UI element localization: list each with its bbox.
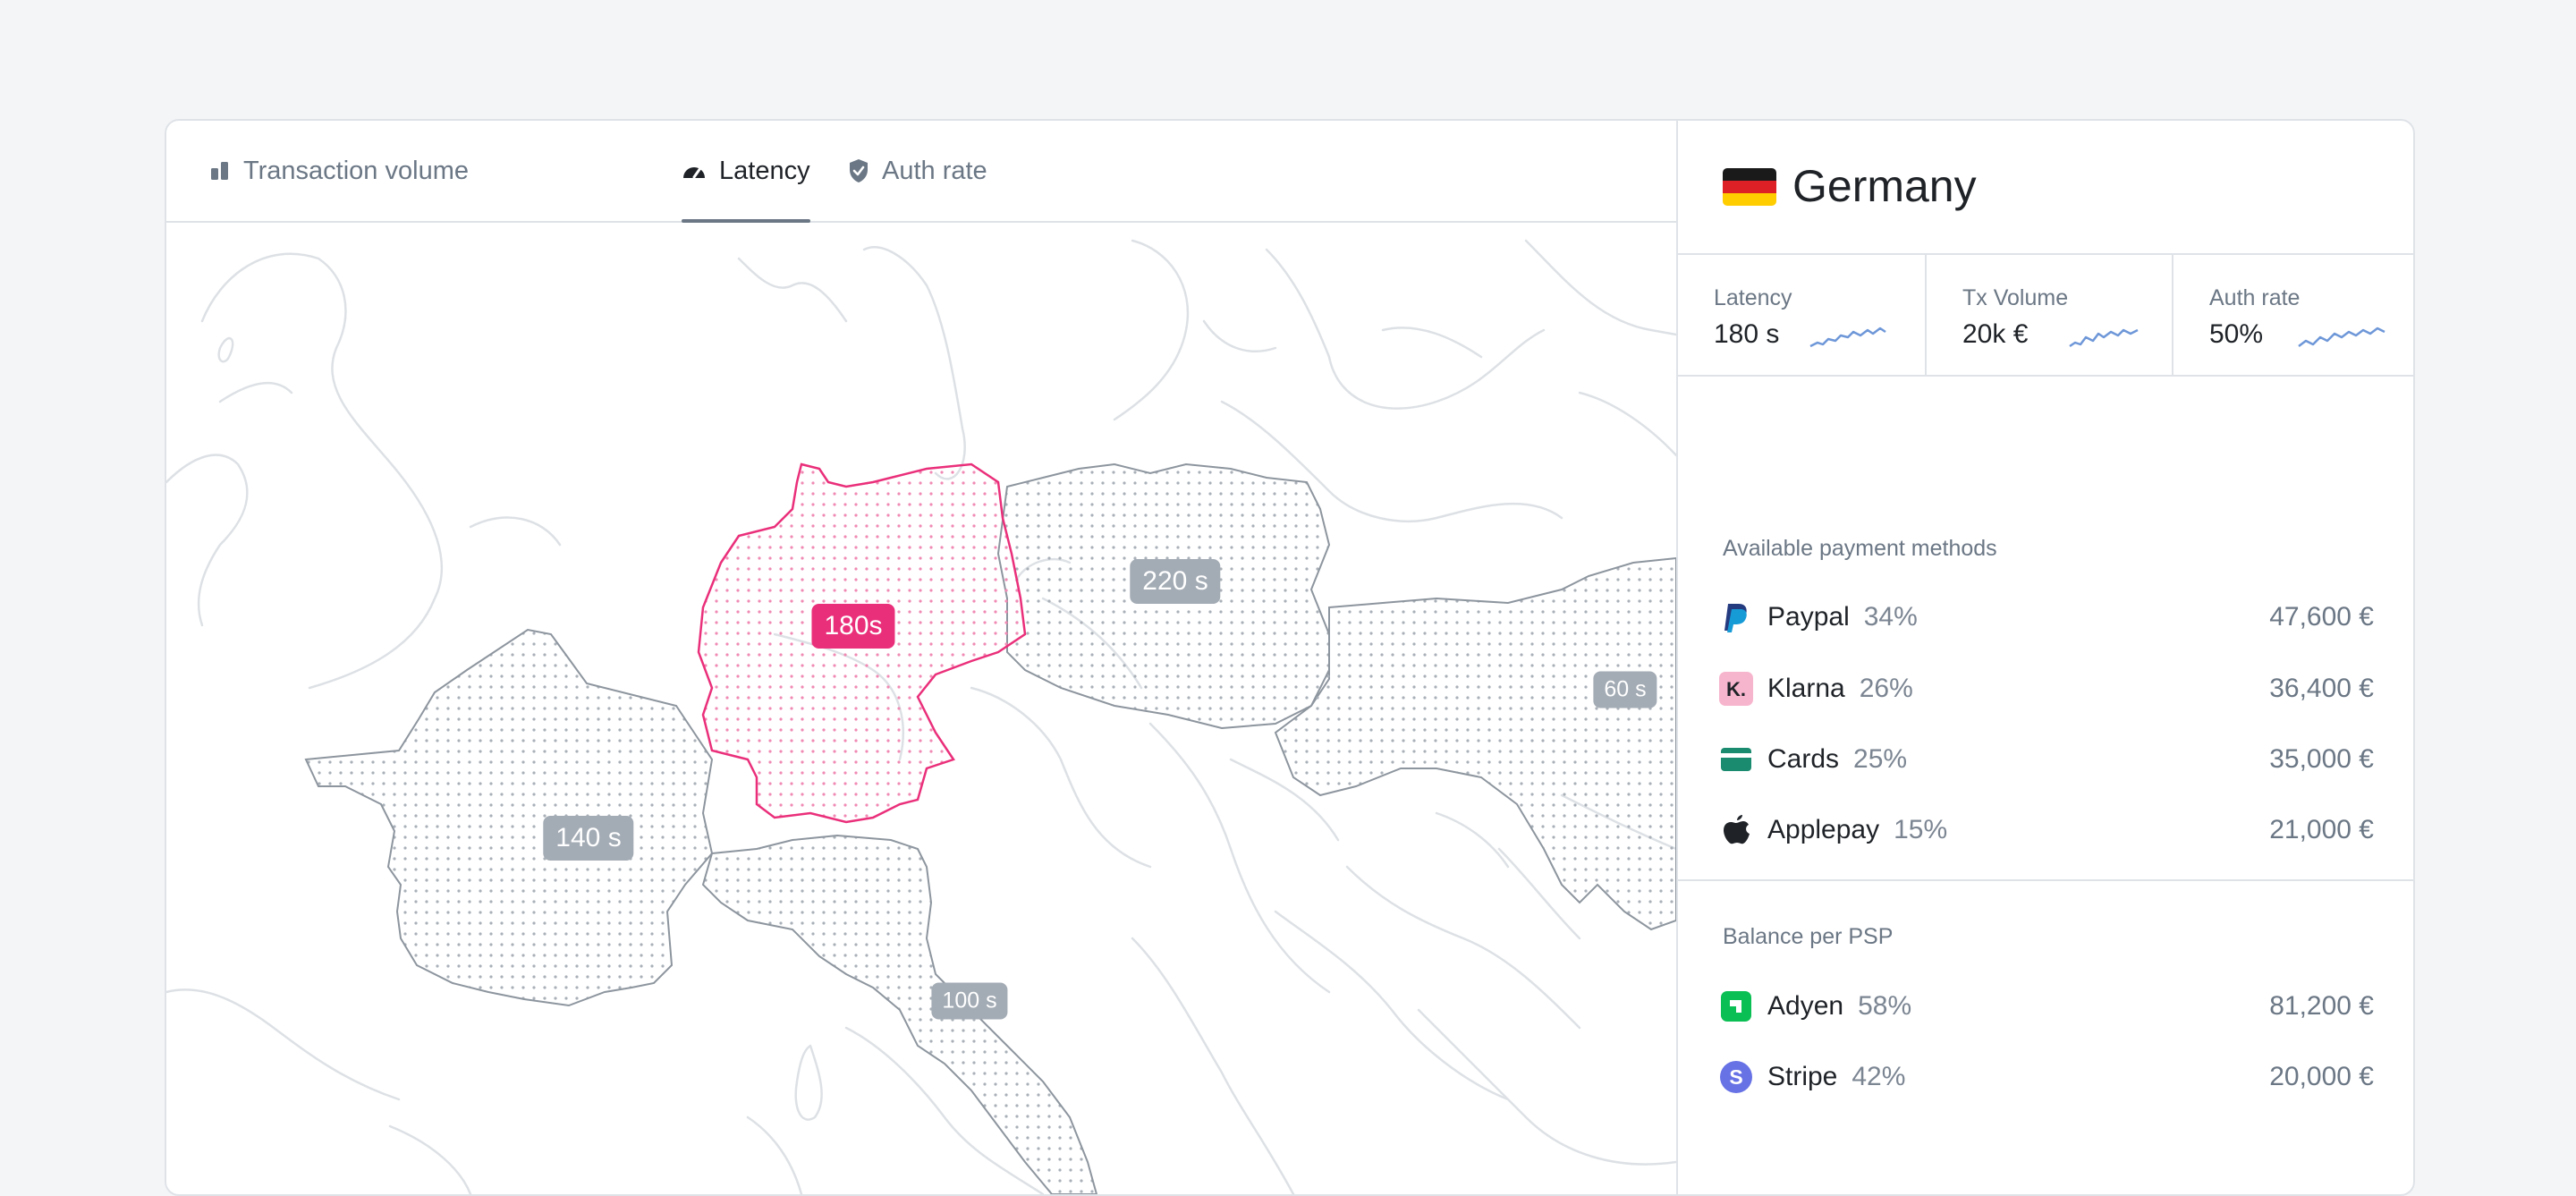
metric-auth-rate: Auth rate 50%	[2172, 255, 2413, 375]
svg-text:S: S	[1729, 1065, 1742, 1089]
gauge-icon	[682, 160, 707, 182]
psp-amount: 20,000 €	[2269, 1062, 2374, 1091]
payment-method-amount: 21,000 €	[2269, 815, 2374, 844]
tab-transaction-volume[interactable]: Transaction volume	[209, 121, 469, 221]
sparkline-icon	[2298, 327, 2385, 347]
dashboard-card: Transaction volume Latency Auth rate 180…	[165, 119, 2415, 1196]
card-icon	[1721, 748, 1751, 771]
payment-method-amount: 47,600 €	[2269, 602, 2374, 632]
payment-method-name: Paypal 34%	[1767, 602, 1918, 632]
region-east[interactable]	[1274, 556, 1676, 931]
metric-value: 50%	[2209, 319, 2264, 349]
payment-method-row-applepay[interactable]: Applepay 15% 21,000 €	[1678, 795, 2413, 866]
psp-amount: 81,200 €	[2269, 991, 2374, 1021]
psp-percent: 42%	[1852, 1062, 1906, 1091]
map-badge-italy[interactable]: 100 s	[931, 982, 1008, 1020]
payment-method-percent: 15%	[1894, 815, 1948, 844]
tab-latency[interactable]: Latency	[682, 121, 810, 223]
metric-latency: Latency 180 s	[1678, 255, 1925, 375]
sparkline-icon	[1809, 327, 1886, 348]
country-header: Germany	[1678, 121, 2413, 255]
psp-percent: 58%	[1858, 991, 1912, 1021]
region-italy[interactable]	[701, 834, 1098, 1194]
psp-row-adyen[interactable]: Adyen 58% 81,200 €	[1678, 971, 2413, 1042]
payment-method-row-cards[interactable]: Cards 25% 35,000 €	[1678, 725, 2413, 795]
map-badge-france[interactable]: 140 s	[543, 816, 634, 861]
section-title: Balance per PSP	[1723, 924, 1894, 949]
tab-label: Latency	[719, 156, 810, 185]
metric-tx-volume: Tx Volume 20k €	[1925, 255, 2174, 375]
tab-label: Auth rate	[882, 156, 987, 185]
section-title: Available payment methods	[1723, 536, 1997, 561]
payment-method-amount: 35,000 €	[2269, 744, 2374, 774]
region-france[interactable]	[304, 628, 714, 1007]
bar-chart-icon	[209, 160, 231, 182]
germany-flag-icon	[1723, 168, 1776, 206]
shield-check-icon	[848, 158, 869, 183]
country-name: Germany	[1792, 161, 1977, 211]
map-badge-east[interactable]: 60 s	[1593, 671, 1657, 708]
payment-method-amount: 36,400 €	[2269, 674, 2374, 703]
psp-row-stripe[interactable]: S Stripe 42% 20,000 €	[1678, 1042, 2413, 1113]
psp-name: Stripe 42%	[1767, 1062, 1906, 1091]
payment-method-percent: 26%	[1859, 674, 1913, 703]
tab-auth-rate[interactable]: Auth rate	[848, 121, 987, 221]
payment-method-name: Klarna 26%	[1767, 674, 1913, 703]
map-badge-germany[interactable]: 180s	[811, 604, 895, 649]
apple-icon	[1724, 815, 1750, 844]
metric-label: Latency	[1714, 285, 1792, 310]
metric-value: 20k €	[1962, 319, 2029, 349]
metrics-row: Latency 180 s Tx Volume 20k € Auth rate …	[1678, 255, 2413, 377]
metric-label: Tx Volume	[1962, 285, 2069, 310]
tab-bar: Transaction volume Latency Auth rate	[166, 121, 1676, 223]
payment-method-row-paypal[interactable]: Paypal 34% 47,600 €	[1678, 582, 2413, 653]
map-pane: Transaction volume Latency Auth rate 180…	[166, 121, 1676, 1194]
adyen-icon	[1721, 991, 1751, 1022]
payment-method-percent: 25%	[1853, 744, 1908, 774]
paypal-icon	[1724, 604, 1747, 632]
payment-method-name: Cards 25%	[1767, 744, 1908, 774]
stripe-icon: S	[1720, 1061, 1752, 1093]
psp-name: Adyen 58%	[1767, 991, 1912, 1021]
map-badge-poland[interactable]: 220 s	[1130, 559, 1221, 604]
payment-method-row-klarna[interactable]: K. Klarna 26% 36,400 €	[1678, 654, 2413, 725]
metric-label: Auth rate	[2209, 285, 2301, 310]
klarna-icon: K.	[1719, 672, 1753, 706]
europe-map[interactable]: 180s 220 s 60 s 140 s 100 s	[166, 223, 1676, 1194]
payment-method-name: Applepay 15%	[1767, 815, 1948, 844]
metric-value: 180 s	[1714, 319, 1780, 349]
svg-text:K.: K.	[1726, 678, 1746, 700]
sparkline-icon	[2069, 328, 2139, 348]
country-detail-panel: Germany Latency 180 s Tx Volume 20k € Au…	[1676, 121, 2413, 1194]
tab-label: Transaction volume	[243, 156, 469, 185]
payment-method-percent: 34%	[1863, 602, 1918, 632]
